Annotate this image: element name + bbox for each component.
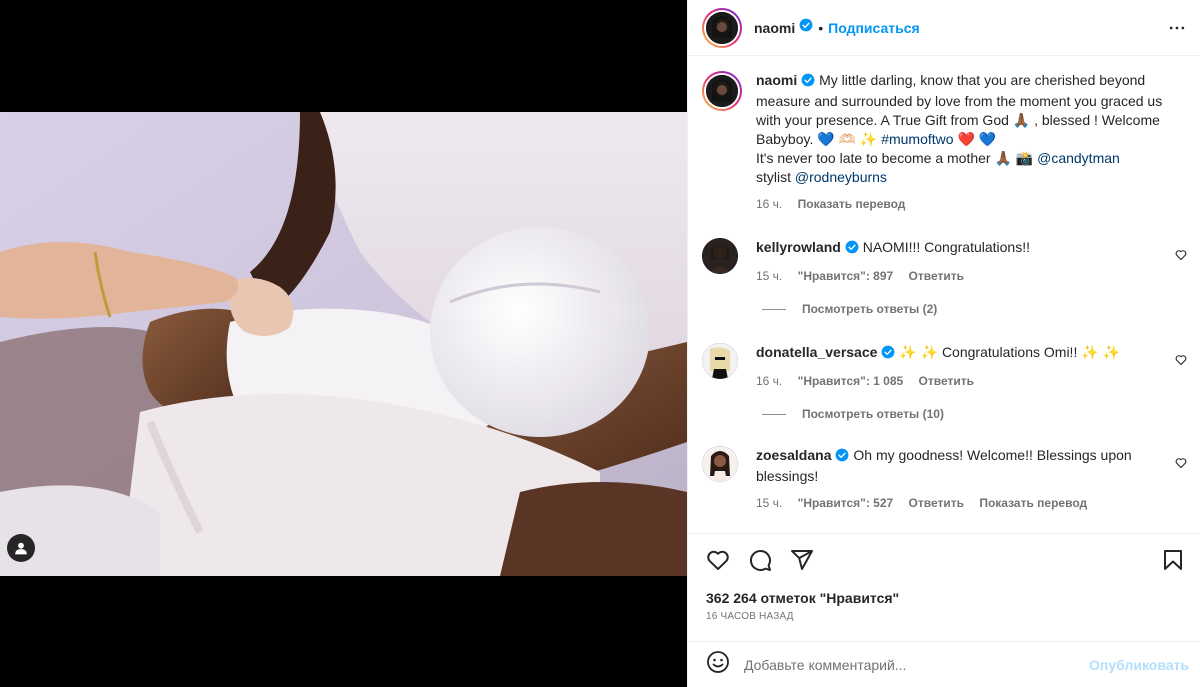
verified-icon [835,448,849,467]
post-media [0,0,687,687]
comment-likes[interactable]: "Нравится": 897 [798,269,894,283]
reply-button[interactable]: Ответить [909,269,964,283]
reply-button[interactable]: Ответить [909,496,964,510]
view-replies-button[interactable]: Посмотреть ответы (2) [762,302,937,316]
comment-input[interactable] [744,656,1074,673]
view-replies-label[interactable]: Посмотреть ответы (10) [802,407,944,421]
author-avatar[interactable] [702,7,742,48]
commenter-username[interactable]: donatella_versace [756,344,877,360]
comment-time[interactable]: 15 ч. [756,496,782,510]
publish-button[interactable]: Опубликовать [1089,657,1189,673]
post-header: naomi • Подписаться [688,0,1200,56]
follow-button[interactable]: Подписаться [828,20,920,36]
comment-text: ✨ ✨ Congratulations Omi!! ✨ ✨ [899,344,1120,360]
post-time[interactable]: 16 ЧАСОВ НАЗАД [706,611,794,622]
caption-time[interactable]: 16 ч. [756,197,782,211]
caption-stylist-label: stylist [756,169,791,185]
replies-divider [762,413,786,415]
author-username[interactable]: naomi [754,20,795,36]
commenter-avatar[interactable] [702,343,738,379]
replies-divider [762,308,786,310]
reply-button[interactable]: Ответить [919,374,974,388]
commenter-username[interactable]: zoesaldana [756,447,831,463]
more-horizontal-icon[interactable] [1167,18,1187,43]
caption-avatar[interactable] [702,71,742,111]
view-replies-button[interactable]: Посмотреть ответы (10) [762,407,944,421]
comment: kellyrowland NAOMI!!! Congratulations!! … [702,238,1187,286]
commenter-avatar[interactable] [702,238,738,274]
likes-count[interactable]: 362 264 отметок "Нравится" [706,590,899,606]
action-bar [688,533,1200,583]
post-photo[interactable] [0,112,687,576]
verified-icon [845,240,859,259]
comment-like-heart-icon[interactable] [1175,456,1187,474]
separator-dot: • [818,19,824,36]
post-side-panel: naomi • Подписаться naomi My little darl… [687,0,1200,687]
instagram-post: naomi • Подписаться naomi My little darl… [0,0,1200,687]
commenter-avatar[interactable] [702,446,738,482]
comment-likes[interactable]: "Нравится": 1 085 [798,374,904,388]
tagged-users-button[interactable] [7,534,35,562]
comment-text: NAOMI!!! Congratulations!! [862,239,1030,255]
translate-button[interactable]: Показать перевод [979,496,1087,510]
verified-icon [799,18,813,37]
hashtag-link[interactable]: #mumoftwo [881,131,953,147]
comment: zoesaldana Oh my goodness! Welcome!! Ble… [702,446,1187,513]
caption-username[interactable]: naomi [756,72,797,88]
comment-likes[interactable]: "Нравится": 527 [798,496,894,510]
comment: donatella_versace ✨ ✨ Congratulations Om… [702,343,1187,391]
user-icon [15,542,27,555]
comment-time[interactable]: 15 ч. [756,269,782,283]
add-comment-bar: Опубликовать [688,641,1200,687]
comment-like-heart-icon[interactable] [1175,353,1187,371]
heart-icon[interactable] [706,548,730,577]
view-replies-label[interactable]: Посмотреть ответы (2) [802,302,937,316]
comment-icon[interactable] [748,548,772,577]
comment-like-heart-icon[interactable] [1175,248,1187,266]
send-icon[interactable] [790,548,814,577]
emoji-icon[interactable] [706,650,730,679]
verified-icon [881,345,895,364]
translate-button[interactable]: Показать перевод [798,197,906,211]
comment-time[interactable]: 16 ч. [756,374,782,388]
verified-icon [801,73,815,92]
caption-text-2: It's never too late to become a mother 🙏… [756,150,1034,166]
comments-area[interactable]: naomi My little darling, know that you a… [688,57,1200,533]
commenter-username[interactable]: kellyrowland [756,239,841,255]
bookmark-icon[interactable] [1161,548,1185,577]
post-caption: naomi My little darling, know that you a… [702,71,1187,214]
mention-link[interactable]: @candytman [1037,150,1120,166]
mention-link[interactable]: @rodneyburns [795,169,887,185]
caption-hearts: ❤️ 💙 [957,131,997,147]
